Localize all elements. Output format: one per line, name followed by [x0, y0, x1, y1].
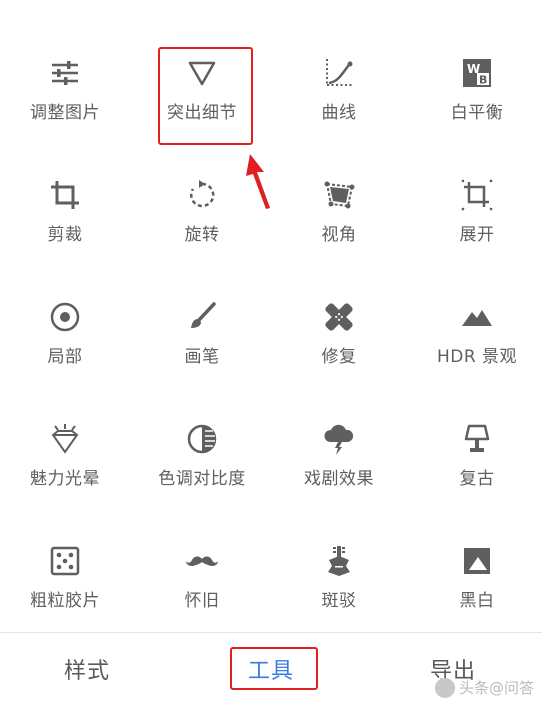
- tool-label: HDR 景观: [436, 347, 518, 367]
- tool-label: 视角: [321, 225, 357, 245]
- tool-black-white[interactable]: 黑白: [409, 528, 542, 638]
- expand-icon: [460, 178, 494, 212]
- diamond-icon: [48, 422, 82, 456]
- svg-text:B: B: [479, 74, 487, 87]
- mustache-icon: [185, 544, 219, 578]
- tool-retrolux[interactable]: 怀旧: [134, 528, 270, 638]
- target-icon: [48, 300, 82, 334]
- tool-vintage[interactable]: 复古: [409, 406, 542, 516]
- brush-icon: [185, 300, 219, 334]
- tool-label: 调整图片: [30, 103, 100, 123]
- tool-label: 剪裁: [47, 225, 83, 245]
- tool-label: 局部: [47, 347, 83, 367]
- tool-label: 黑白: [459, 591, 495, 611]
- tool-expand[interactable]: 展开: [409, 162, 542, 272]
- tool-grainy-film[interactable]: 粗粒胶片: [0, 528, 133, 638]
- sliders-icon: [48, 56, 82, 90]
- tool-selective[interactable]: 局部: [0, 284, 133, 394]
- tool-label: 修复: [321, 347, 357, 367]
- highlight-box: [158, 47, 253, 145]
- tools-grid: 调整图片 突出细节 曲线 W B 白平衡 剪裁 旋转 视角 展开 局部 画笔 修…: [0, 0, 542, 632]
- tool-curves[interactable]: 曲线: [271, 40, 407, 150]
- tool-glamour-glow[interactable]: 魅力光晕: [0, 406, 133, 516]
- contrast-icon: [185, 422, 219, 456]
- annotation-arrow-icon: [246, 154, 270, 209]
- tool-grunge[interactable]: 斑驳: [271, 528, 407, 638]
- tool-white-balance[interactable]: W B 白平衡: [409, 40, 542, 150]
- wb-icon: W B: [460, 56, 494, 90]
- bandage-icon: [322, 300, 356, 334]
- perspective-icon: [322, 178, 356, 212]
- tool-brush[interactable]: 画笔: [134, 284, 270, 394]
- bw-photo-icon: [460, 544, 494, 578]
- tool-perspective[interactable]: 视角: [271, 162, 407, 272]
- tool-label: 旋转: [184, 225, 220, 245]
- tab-highlight-box: [230, 647, 318, 690]
- tool-label: 斑驳: [321, 591, 357, 611]
- tool-label: 白平衡: [450, 103, 504, 123]
- tool-label: 复古: [459, 469, 495, 489]
- tool-healing[interactable]: 修复: [271, 284, 407, 394]
- lamp-icon: [460, 422, 494, 456]
- watermark-logo-icon: [434, 677, 455, 698]
- dice-icon: [48, 544, 82, 578]
- tool-label: 怀旧: [184, 591, 220, 611]
- tool-label: 粗粒胶片: [30, 591, 100, 611]
- storm-cloud-icon: [322, 422, 356, 456]
- watermark: 头条@问答: [434, 677, 534, 698]
- tool-drama[interactable]: 戏剧效果: [271, 406, 407, 516]
- tool-label: 色调对比度: [158, 469, 246, 489]
- tool-label: 戏剧效果: [304, 469, 374, 489]
- bottom-tab-bar: 样式 工具 导出 头条@问答: [0, 632, 542, 706]
- tool-label: 魅力光晕: [30, 469, 100, 489]
- tool-label: 曲线: [321, 103, 357, 123]
- tab-styles[interactable]: 样式: [64, 653, 110, 685]
- curve-icon: [322, 56, 356, 90]
- crop-icon: [48, 178, 82, 212]
- guitar-icon: [322, 544, 356, 578]
- mountain-icon: [460, 300, 494, 334]
- tool-label: 展开: [459, 225, 495, 245]
- watermark-text: 头条@问答: [458, 679, 534, 697]
- tool-hdr[interactable]: HDR 景观: [409, 284, 542, 394]
- tool-tonal-contrast[interactable]: 色调对比度: [134, 406, 270, 516]
- tool-crop[interactable]: 剪裁: [0, 162, 133, 272]
- rotate-icon: [185, 178, 219, 212]
- tool-label: 画笔: [184, 347, 220, 367]
- tool-tune-image[interactable]: 调整图片: [0, 40, 133, 150]
